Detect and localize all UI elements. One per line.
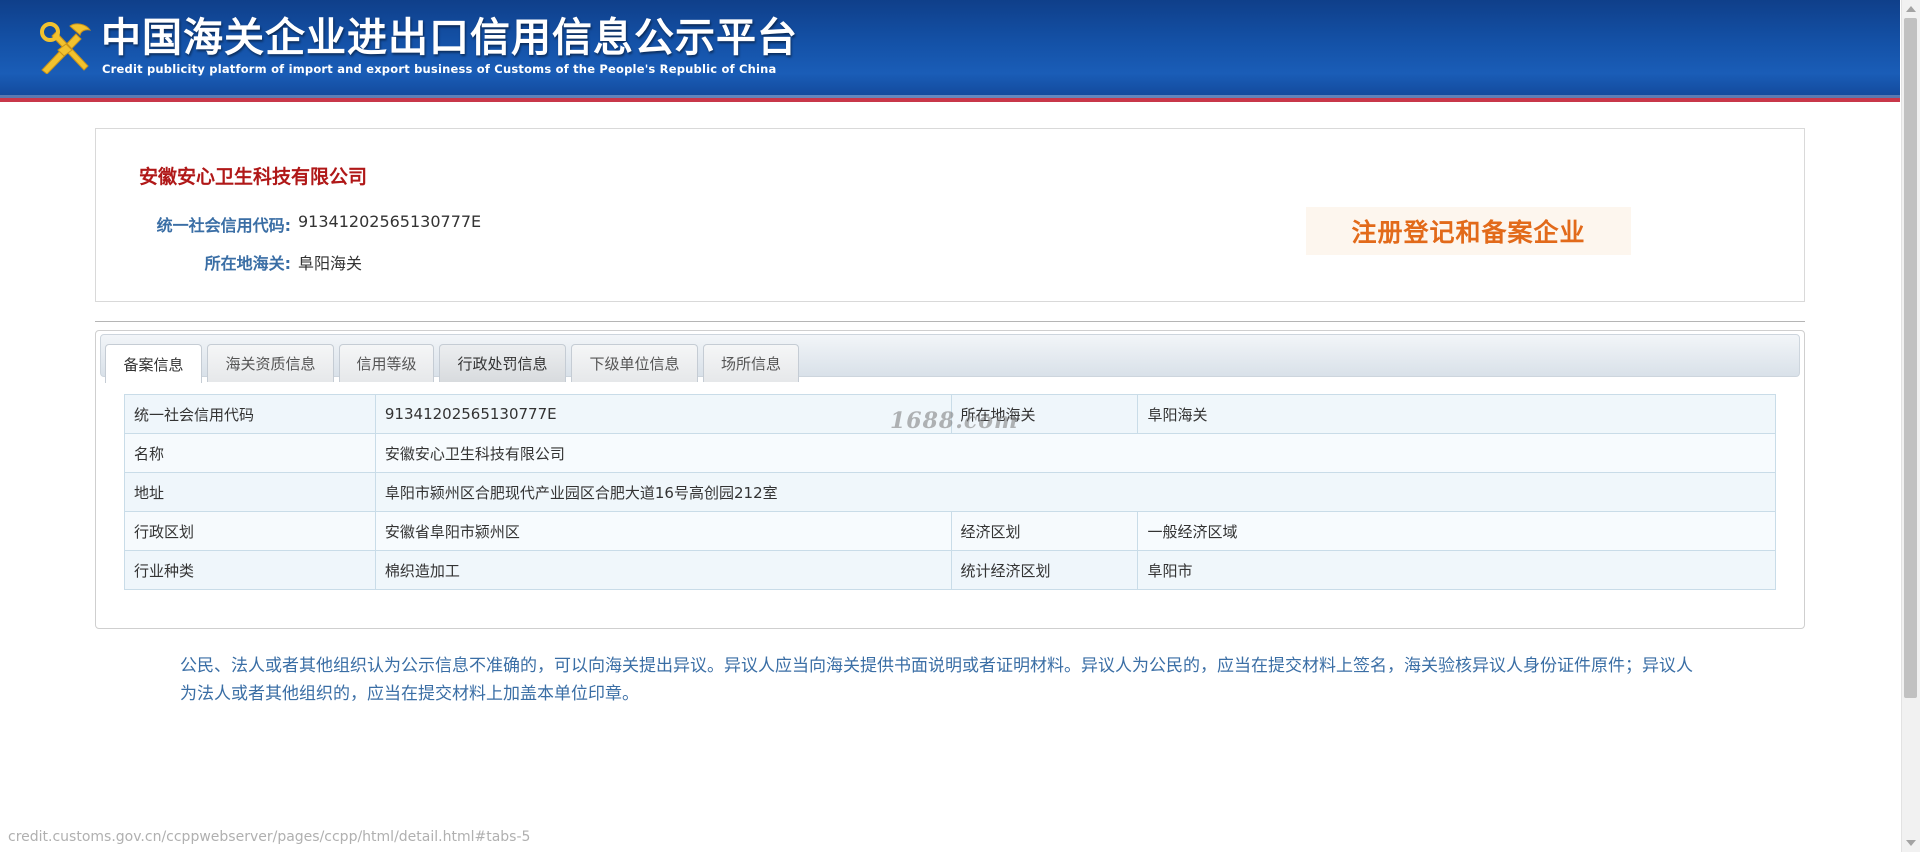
objection-notice: 公民、法人或者其他组织认为公示信息不准确的，可以向海关提出异议。异议人应当向海关… — [180, 656, 1693, 704]
field-value-industry: 棉织造加工 — [374, 550, 952, 590]
tab-subordinate-units[interactable]: 下级单位信息 — [571, 344, 698, 382]
watermark-text: 1688.com — [890, 408, 1019, 434]
field-value-admin-division: 安徽省阜阳市颍州区 — [374, 511, 952, 551]
field-value-economic-zone: 一般经济区域 — [1137, 511, 1776, 551]
customs-emblem-icon — [40, 22, 92, 74]
scroll-up-arrow-icon[interactable] — [1906, 6, 1916, 12]
scroll-down-arrow-icon[interactable] — [1906, 840, 1916, 846]
tab-site-info[interactable]: 场所信息 — [703, 344, 799, 382]
credit-code-value: 91341202565130777E — [298, 212, 482, 231]
vertical-scrollbar[interactable] — [1901, 0, 1920, 852]
field-label-credit-code: 统一社会信用代码 — [124, 394, 376, 434]
tab-filing-info[interactable]: 备案信息 — [105, 344, 202, 383]
field-value-credit-code: 91341202565130777E — [374, 394, 952, 434]
customs-value: 阜阳海关 — [298, 254, 363, 273]
table-row: 行政区划 安徽省阜阳市颍州区 经济区划 一般经济区域 — [124, 511, 1776, 551]
field-value-statistical-zone: 阜阳市 — [1137, 550, 1776, 590]
table-row: 地址 阜阳市颍州区合肥现代产业园区合肥大道16号高创园212室 — [124, 472, 1777, 512]
scroll-thumb[interactable] — [1904, 18, 1917, 698]
section-divider — [95, 321, 1805, 322]
field-label-economic-zone: 经济区划 — [950, 511, 1139, 551]
field-label-name: 名称 — [124, 433, 376, 473]
company-summary-card: 安徽安心卫生科技有限公司 统一社会信用代码: 91341202565130777… — [95, 128, 1805, 302]
field-label-admin-division: 行政区划 — [124, 511, 376, 551]
field-label-address: 地址 — [124, 472, 376, 512]
detail-tabs-panel: 备案信息 海关资质信息 信用等级 行政处罚信息 下级单位信息 场所信息 统一社会… — [95, 330, 1805, 629]
credit-code-label: 统一社会信用代码: — [156, 216, 291, 235]
tab-administrative-penalty[interactable]: 行政处罚信息 — [439, 344, 566, 382]
status-bar-url: credit.customs.gov.cn/ccppwebserver/page… — [8, 829, 531, 845]
registration-status-stamp: 注册登记和备案企业 — [1306, 207, 1631, 255]
field-label-statistical-zone: 统计经济区划 — [950, 550, 1139, 590]
table-row: 行业种类 棉织造加工 统计经济区划 阜阳市 — [124, 550, 1776, 590]
table-row: 名称 安徽安心卫生科技有限公司 — [124, 433, 1777, 473]
site-subtitle: Credit publicity platform of import and … — [102, 62, 777, 76]
customs-label: 所在地海关: — [204, 254, 291, 273]
company-name: 安徽安心卫生科技有限公司 — [139, 166, 368, 188]
tab-strip: 备案信息 海关资质信息 信用等级 行政处罚信息 下级单位信息 场所信息 — [100, 334, 1800, 383]
field-value-name: 安徽安心卫生科技有限公司 — [374, 433, 1777, 473]
field-value-customs: 阜阳海关 — [1137, 394, 1776, 434]
site-title: 中国海关企业进出口信用信息公示平台 — [101, 15, 798, 61]
field-value-address: 阜阳市颍州区合肥现代产业园区合肥大道16号高创园212室 — [374, 472, 1777, 512]
tab-credit-rating[interactable]: 信用等级 — [339, 344, 434, 382]
tab-customs-qualification[interactable]: 海关资质信息 — [207, 344, 334, 382]
field-label-industry: 行业种类 — [124, 550, 376, 590]
site-header-banner: 中国海关企业进出口信用信息公示平台 Credit publicity platf… — [0, 0, 1900, 102]
